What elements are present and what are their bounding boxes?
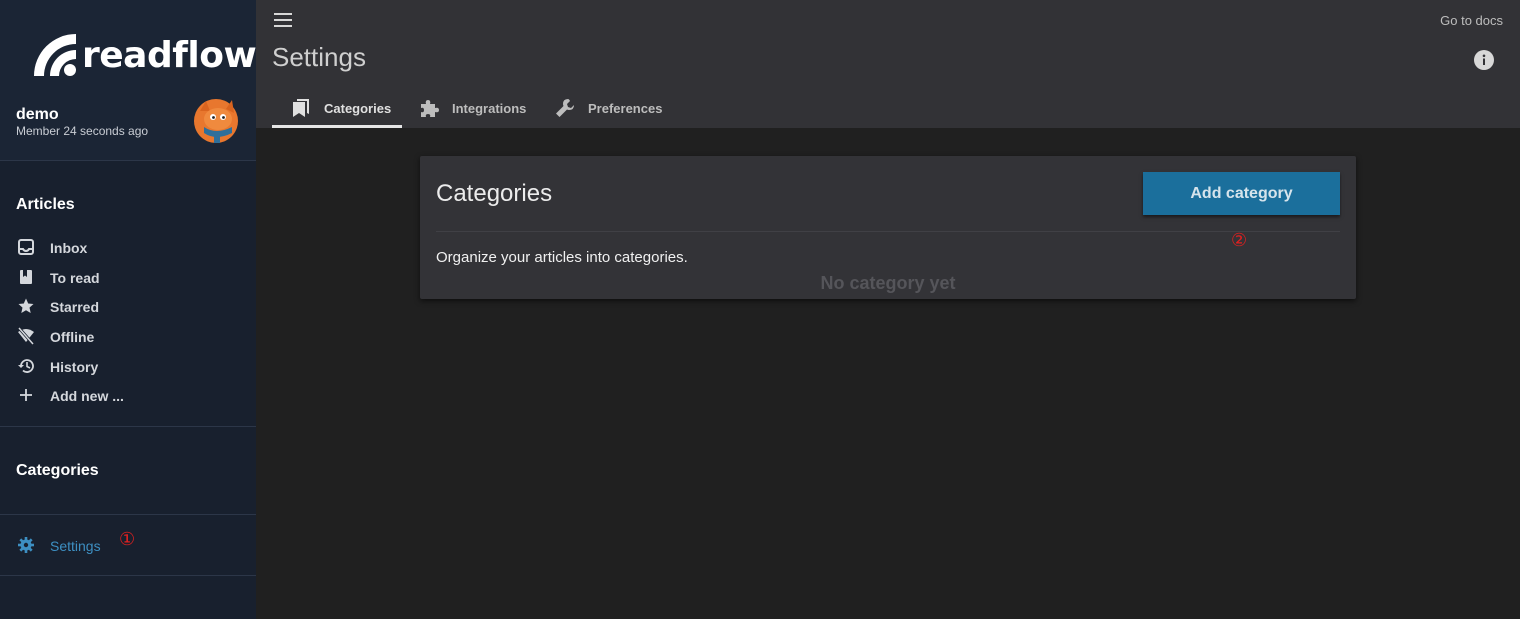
sidebar-divider (0, 575, 256, 576)
sidebar-header: readflow demo Member 24 seconds ago (0, 0, 257, 161)
page-title: Settings (272, 42, 366, 72)
cat-avatar-icon (194, 99, 238, 143)
card-description: Organize your articles into categories. (436, 249, 688, 266)
articles-section-title: Articles (16, 196, 75, 213)
readflow-logo-icon (34, 34, 76, 76)
avatar[interactable] (192, 97, 240, 145)
tab-integrations[interactable]: Integrations (418, 88, 526, 128)
go-to-docs-link[interactable]: Go to docs (1440, 13, 1503, 28)
sidebar-item-offline[interactable]: Offline (0, 322, 256, 352)
bookmark-icon (20, 270, 32, 284)
tab-label: Categories (324, 100, 392, 116)
plus-icon (20, 389, 32, 401)
sidebar-divider (0, 514, 256, 515)
user-member-since: Member 24 seconds ago (16, 124, 149, 138)
user-name: demo (16, 106, 59, 123)
empty-state-text: No category yet (820, 273, 956, 293)
categories-card: Categories Add category ② Organize your … (420, 156, 1356, 299)
menu-icon[interactable] (274, 13, 294, 29)
add-category-button[interactable]: Add category (1143, 172, 1340, 215)
active-tab-indicator (272, 125, 402, 128)
sidebar-item-label: Inbox (50, 240, 88, 256)
sidebar: readflow demo Member 24 seconds ago Arti… (0, 0, 257, 619)
sidebar-item-label: Offline (50, 329, 95, 345)
sidebar-item-label: Starred (50, 299, 100, 315)
sidebar-item-starred[interactable]: Starred (0, 292, 256, 322)
sidebar-item-history[interactable]: History (0, 352, 256, 382)
info-icon[interactable] (1474, 50, 1494, 70)
sidebar-item-label: Add new ... (50, 388, 124, 404)
star-icon (18, 298, 34, 313)
inbox-icon (18, 239, 34, 255)
gear-icon (18, 537, 34, 553)
tab-label: Integrations (452, 100, 527, 116)
sidebar-item-to-read[interactable]: To read (0, 263, 256, 293)
tab-preferences[interactable]: Preferences (554, 88, 662, 128)
puzzle-icon (421, 100, 439, 117)
card-title: Categories (436, 180, 553, 207)
tab-label: Preferences (588, 100, 663, 116)
brand-logo[interactable]: readflow (30, 28, 257, 78)
card-divider (436, 231, 1340, 232)
categories-section-title: Categories (16, 462, 99, 479)
top-bar: Settings Go to docs Categories Integrati… (256, 0, 1520, 128)
wrench-icon (556, 99, 574, 117)
bookmarks-icon (293, 99, 309, 117)
sidebar-divider (0, 426, 256, 427)
annotation-marker-2: ② (1231, 230, 1248, 251)
sidebar-item-inbox[interactable]: Inbox (0, 233, 256, 263)
sidebar-item-label: To read (50, 270, 100, 286)
sidebar-item-label: History (50, 359, 99, 375)
sidebar-item-label: Settings (50, 538, 101, 554)
brand-name: readflow (82, 35, 257, 76)
annotation-marker-1: ① (119, 529, 136, 550)
tab-categories[interactable]: Categories (272, 88, 402, 128)
wifi-off-icon (17, 327, 35, 345)
history-icon (18, 359, 34, 373)
sidebar-item-add-new[interactable]: Add new ... (0, 381, 256, 411)
